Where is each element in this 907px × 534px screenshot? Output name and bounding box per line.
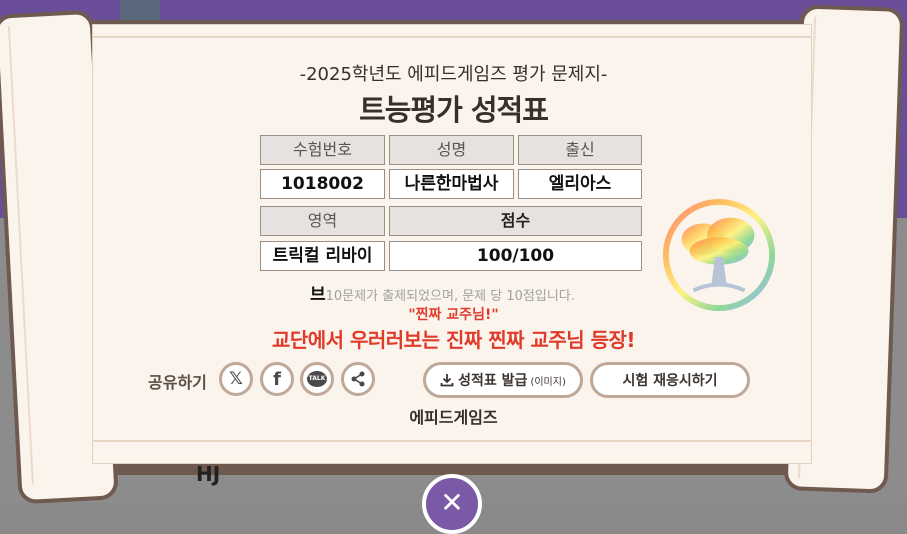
value-score: 100/100 xyxy=(389,241,642,271)
close-button[interactable]: ✕ xyxy=(422,474,482,534)
share-label: 공유하기 xyxy=(148,373,207,392)
facebook-icon: f xyxy=(273,368,281,390)
download-icon xyxy=(440,374,454,387)
share-kakaotalk-button[interactable]: TALK xyxy=(300,362,334,396)
download-report-button[interactable]: 성적표 발급 (이미지) xyxy=(423,362,583,398)
download-label: 성적표 발급 xyxy=(458,373,528,389)
header-score: 점수 xyxy=(389,206,642,236)
x-icon: 𝕏 xyxy=(229,369,243,389)
share-link-button[interactable] xyxy=(341,362,375,396)
value-area: 트릭컬 리바이 xyxy=(260,241,385,271)
exam-notice: 브10문제가 출제되었으며, 문제 당 10점입니다. xyxy=(310,280,575,305)
page-title: 트능평가 성적표 xyxy=(359,93,549,127)
download-sub-label: (이미지) xyxy=(530,376,566,388)
share-facebook-button[interactable]: f xyxy=(260,362,294,396)
header-exam-number: 수험번호 xyxy=(260,135,385,165)
notice-prefix: 브 xyxy=(310,285,326,305)
header-name: 성명 xyxy=(389,135,514,165)
value-exam-number: 1018002 xyxy=(260,169,385,199)
value-origin: 엘리아스 xyxy=(518,169,642,199)
header-area: 영역 xyxy=(260,206,385,236)
value-name: 나른한마법사 xyxy=(389,169,514,199)
retake-label: 시험 재응시하기 xyxy=(622,373,718,389)
footer-brand: 에피드게임즈 xyxy=(409,408,498,427)
rainbow-tree-seal-icon xyxy=(662,198,776,312)
kakaotalk-icon: TALK xyxy=(307,371,327,387)
notice-text: 10문제가 출제되었으며, 문제 당 10점입니다. xyxy=(325,289,575,304)
result-praise: 교단에서 우러러보는 진짜 찐짜 교주님 등장! xyxy=(271,328,636,352)
exam-subtitle: -2025학년도 에피드게임즈 평가 문제지- xyxy=(299,64,608,85)
share-x-button[interactable]: 𝕏 xyxy=(219,362,253,396)
scroll-arrow-icon xyxy=(32,484,44,498)
header-origin: 출신 xyxy=(518,135,642,165)
share-icon xyxy=(351,371,365,387)
retake-exam-button[interactable]: 시험 재응시하기 xyxy=(590,362,750,398)
background-partial-text: HJ xyxy=(196,462,221,486)
